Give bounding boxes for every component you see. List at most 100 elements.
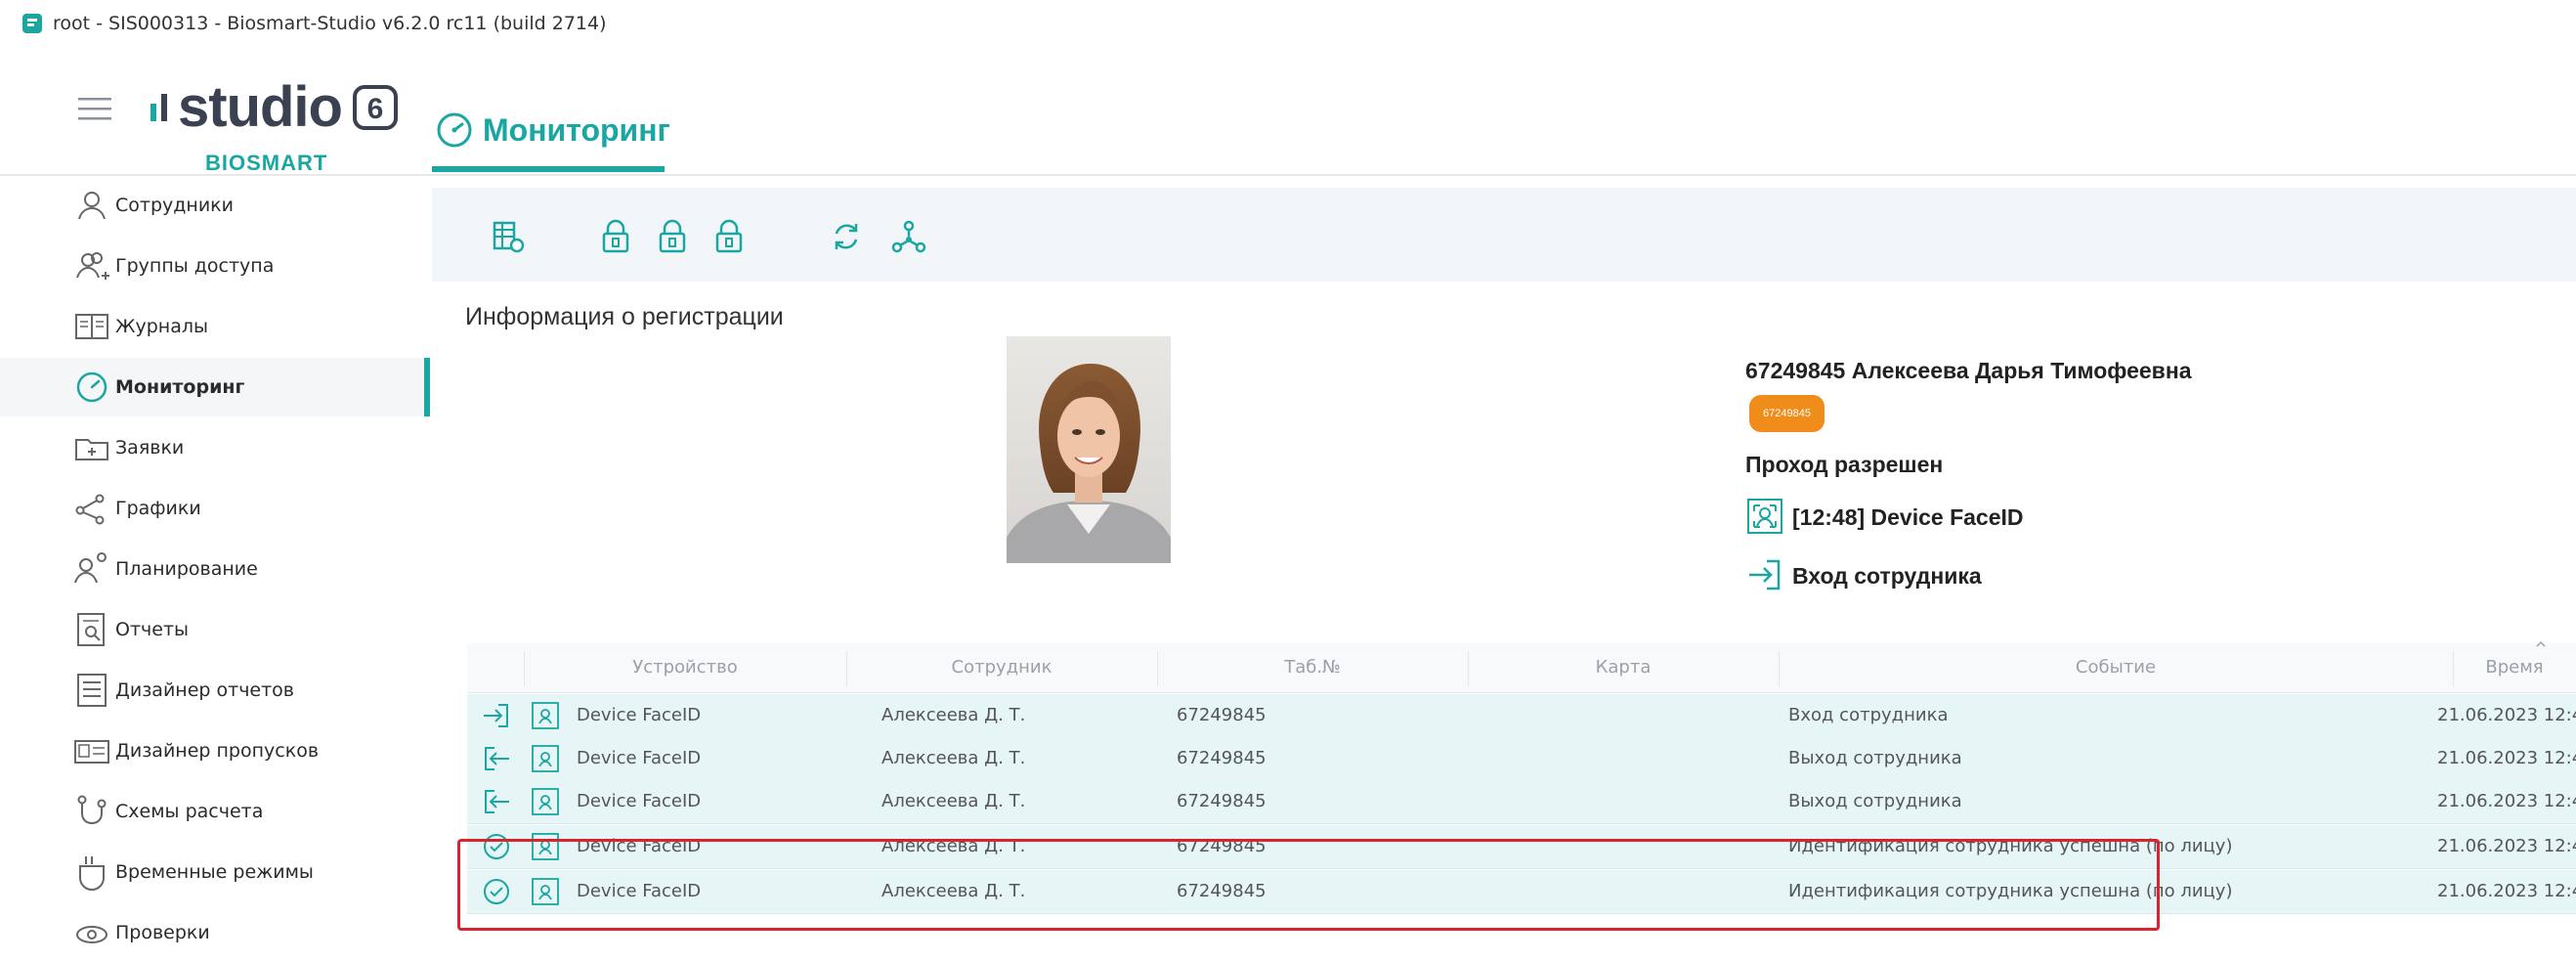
cell-event: Выход сотрудника	[1788, 748, 1962, 768]
column-header-card[interactable]: Карта	[1468, 643, 1779, 692]
sidebar-item-label: Дизайнер отчетов	[115, 679, 294, 701]
sidebar-item-label: Дизайнер пропусков	[115, 740, 320, 762]
sidebar-item-label: Журналы	[115, 316, 208, 337]
table-row[interactable]: Device FaceID Алексеева Д. Т. 67249845 В…	[467, 737, 2576, 781]
main-content: Информация о регистрации 67249845 Алексе…	[432, 176, 2576, 946]
logo-word: studio	[178, 75, 343, 139]
table-header: Устройство Сотрудник Таб.№ Карта Событие…	[467, 640, 2576, 693]
cell-device: Device FaceID	[577, 705, 702, 725]
cell-employee: Алексеева Д. Т.	[881, 705, 1026, 725]
cell-employee: Алексеева Д. Т.	[881, 748, 1026, 768]
column-header-time[interactable]: Время	[2453, 640, 2576, 692]
column-header-device[interactable]: Устройство	[524, 643, 846, 692]
exit-icon	[485, 790, 509, 813]
sidebar: Сотрудники Группы доступа Журналы Монито…	[0, 176, 430, 946]
cell-event: Вход сотрудника	[1788, 705, 1949, 725]
face-id-icon	[532, 745, 559, 772]
cell-time: 21.06.2023 12:47	[2437, 836, 2576, 856]
face-id-icon	[532, 702, 559, 729]
sidebar-item-access-groups[interactable]: Группы доступа	[0, 237, 430, 295]
sidebar-item-label: Схемы расчета	[115, 801, 264, 822]
grid-settings-icon[interactable]	[489, 217, 528, 256]
time-mode-icon	[79, 856, 105, 891]
tab-monitoring-label: Мониторинг	[483, 111, 670, 148]
logo-version-box: 6	[352, 85, 398, 130]
network-icon[interactable]	[889, 217, 928, 256]
requests-icon	[75, 439, 108, 460]
face-id-icon	[532, 788, 559, 815]
sidebar-item-label: Временные режимы	[115, 861, 314, 883]
journal-icon	[75, 314, 108, 339]
menu-icon[interactable]	[78, 94, 111, 123]
sort-chevron-icon	[2536, 640, 2546, 647]
calc-scheme-icon	[77, 795, 107, 824]
cell-time: 21.06.2023 12:48	[2437, 705, 2576, 725]
lock-icon[interactable]	[709, 217, 749, 256]
cell-device: Device FaceID	[577, 791, 702, 811]
window-title: root - SIS000313 - Biosmart-Studio v6.2.…	[53, 13, 607, 34]
sidebar-item-requests[interactable]: Заявки	[0, 418, 430, 477]
sidebar-item-charts[interactable]: Графики	[0, 479, 430, 538]
report-icon	[77, 613, 105, 646]
cell-time: 21.06.2023 12:47	[2437, 791, 2576, 811]
face-id-icon	[1747, 499, 1782, 534]
cell-device: Device FaceID	[577, 748, 702, 768]
lock-icon[interactable]	[596, 217, 635, 256]
table-row[interactable]: Device FaceID Алексеева Д. Т. 67249845 В…	[467, 694, 2576, 738]
tab-number-badge: 67249845	[1749, 395, 1825, 432]
exit-icon	[485, 747, 509, 770]
badge-designer-icon	[74, 740, 109, 764]
lock-icon[interactable]	[653, 217, 692, 256]
cell-event: Выход сотрудника	[1788, 791, 1962, 811]
sidebar-item-label: Графики	[115, 498, 201, 519]
cell-employee: Алексеева Д. Т.	[881, 791, 1026, 811]
report-designer-icon	[77, 674, 107, 707]
sidebar-item-calc-schemes[interactable]: Схемы расчета	[0, 782, 430, 841]
app-icon	[22, 14, 42, 33]
sidebar-item-label: Отчеты	[115, 619, 190, 640]
gauge-icon	[437, 112, 472, 148]
sidebar-item-badge-designer[interactable]: Дизайнер пропусков	[0, 722, 430, 780]
table-row[interactable]: Device FaceID Алексеева Д. Т. 67249845 В…	[467, 780, 2576, 824]
sidebar-item-report-designer[interactable]: Дизайнер отчетов	[0, 661, 430, 720]
column-header-tab[interactable]: Таб.№	[1157, 643, 1468, 692]
person-name: 67249845 Алексеева Дарья Тимофеевна	[1745, 358, 2192, 383]
sidebar-item-employees[interactable]: Сотрудники	[0, 176, 430, 235]
tab-active-indicator	[432, 166, 665, 172]
enter-icon	[484, 704, 508, 727]
sidebar-item-reports[interactable]: Отчеты	[0, 600, 430, 659]
cell-tab: 67249845	[1177, 748, 1267, 768]
sidebar-item-time-modes[interactable]: Временные режимы	[0, 843, 430, 901]
planning-icon	[74, 552, 107, 584]
sidebar-item-label: Мониторинг	[115, 376, 245, 398]
sidebar-item-label: Проверки	[115, 922, 210, 943]
user-icon	[78, 192, 106, 220]
enter-icon	[1749, 559, 1781, 590]
window-titlebar: root - SIS000313 - Biosmart-Studio v6.2.…	[0, 0, 2576, 47]
registration-info-title: Информация о регистрации	[465, 303, 784, 330]
user-group-icon	[76, 252, 109, 280]
toolbar	[432, 188, 2576, 282]
employee-photo	[1007, 336, 1171, 563]
sidebar-item-journals[interactable]: Журналы	[0, 297, 430, 356]
refresh-icon[interactable]	[827, 217, 866, 256]
pass-status: Проход разрешен	[1745, 452, 1944, 477]
sidebar-item-checks[interactable]: Проверки	[0, 903, 430, 962]
column-header-employee[interactable]: Сотрудник	[846, 643, 1157, 692]
entry-line: Вход сотрудника	[1792, 563, 1982, 589]
sidebar-item-monitoring[interactable]: Мониторинг	[0, 358, 430, 416]
checks-icon	[76, 926, 107, 943]
cell-tab: 67249845	[1177, 705, 1267, 725]
person-card: 67249845 Алексеева Дарья Тимофеевна 6724…	[1728, 336, 2576, 626]
sidebar-item-planning[interactable]: Планирование	[0, 540, 430, 598]
studio-logo: studio 6 BIOSMART	[149, 75, 403, 175]
column-header-event[interactable]: Событие	[1779, 643, 2453, 692]
share-graph-icon	[75, 494, 105, 525]
logo-bars-icon	[150, 94, 167, 121]
highlight-box	[457, 839, 2160, 931]
sidebar-item-label: Группы доступа	[115, 255, 275, 277]
app-header: studio 6 BIOSMART Мониторинг	[0, 47, 2576, 176]
tab-monitoring[interactable]: Мониторинг	[432, 86, 674, 174]
column-header-time-label: Время	[2485, 657, 2544, 678]
cell-time: 21.06.2023 12:48	[2437, 748, 2576, 768]
